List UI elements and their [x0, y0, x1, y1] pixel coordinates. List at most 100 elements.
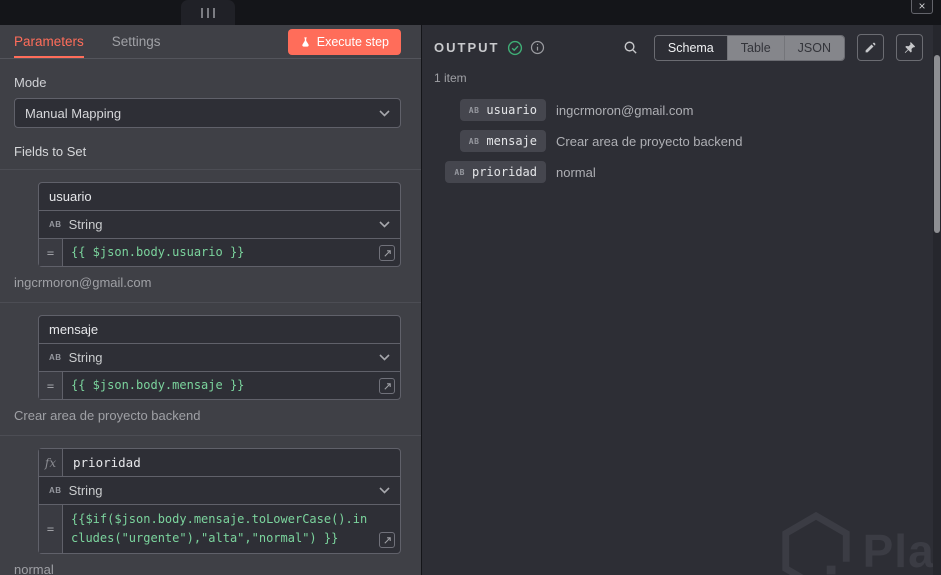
field-result-text: Crear area de proyecto backend — [14, 408, 401, 423]
open-expression-editor-button[interactable] — [379, 532, 395, 548]
field-name-input[interactable]: mensaje — [38, 315, 401, 344]
field-type-select[interactable]: AB String — [38, 476, 401, 505]
mode-label: Mode — [14, 75, 401, 90]
view-tab-schema-label: Schema — [668, 41, 714, 55]
parameters-panel-header: Parameters Settings Execute step — [0, 25, 421, 59]
string-type-icon: AB — [454, 168, 465, 177]
search-icon — [623, 40, 638, 55]
fields-to-set-label: Fields to Set — [14, 144, 401, 159]
schema-field-badge[interactable]: AB usuario — [460, 99, 546, 121]
equals-icon: = — [39, 372, 63, 399]
view-tab-table[interactable]: Table — [728, 36, 785, 60]
schema-field-name: mensaje — [486, 134, 537, 148]
field-name-value: usuario — [49, 189, 92, 204]
mode-select[interactable]: Manual Mapping — [14, 98, 401, 128]
watermark-logo-icon — [779, 511, 853, 575]
schema-field-value: Crear area de proyecto backend — [554, 134, 742, 149]
schema-field-name: usuario — [486, 103, 537, 117]
items-count: 1 item — [422, 61, 933, 85]
info-icon — [530, 40, 545, 55]
field-card-prioridad: fx prioridad AB String = {{$if($json.bod… — [14, 448, 401, 575]
view-tab-json[interactable]: JSON — [785, 36, 844, 60]
schema-field-badge[interactable]: AB prioridad — [445, 161, 546, 183]
string-type-icon: AB — [469, 137, 480, 146]
field-type-value: String — [69, 483, 103, 498]
output-title: OUTPUT — [434, 40, 499, 55]
close-icon: × — [918, 0, 925, 12]
schema-field-badge[interactable]: AB mensaje — [460, 130, 546, 152]
edit-output-button[interactable] — [857, 34, 884, 61]
expand-icon — [383, 536, 392, 545]
execute-step-label: Execute step — [317, 35, 389, 49]
drag-handle-icon — [201, 8, 203, 18]
field-card-usuario: usuario AB String = {{ $json.body.usuari… — [14, 182, 401, 290]
divider — [0, 435, 421, 436]
schema-field-value: ingcrmoron@gmail.com — [554, 103, 742, 118]
field-card-mensaje: mensaje AB String = {{ $json.body.mensaj… — [14, 315, 401, 423]
panel-drag-handle[interactable] — [181, 0, 235, 25]
output-panel-header: OUTPUT Schema Table JSON — [422, 25, 933, 61]
field-type-select[interactable]: AB String — [38, 343, 401, 372]
pencil-icon — [864, 41, 877, 54]
chevron-down-icon — [379, 487, 390, 494]
fx-toggle-icon[interactable]: fx — [39, 449, 63, 476]
field-expression-input[interactable]: = {{ $json.body.mensaje }} — [38, 371, 401, 400]
watermark: Plat — [779, 511, 933, 575]
open-expression-editor-button[interactable] — [379, 378, 395, 394]
string-type-icon: AB — [469, 106, 480, 115]
tab-settings[interactable]: Settings — [112, 25, 161, 58]
string-type-icon: AB — [49, 486, 62, 495]
node-detail-view: × Parameters Settings Execute step Mode … — [0, 0, 941, 575]
expression-value: {{ $json.body.mensaje }} — [63, 372, 400, 399]
drag-handle-icon — [207, 8, 209, 18]
expression-value: {{ $json.body.usuario }} — [63, 239, 400, 266]
open-expression-editor-button[interactable] — [379, 245, 395, 261]
execute-step-button[interactable]: Execute step — [288, 29, 401, 55]
field-type-select[interactable]: AB String — [38, 210, 401, 239]
field-name-value: mensaje — [49, 322, 98, 337]
chevron-down-icon — [379, 110, 390, 117]
schema-field-name: prioridad — [472, 165, 537, 179]
watermark-text: Plat — [863, 524, 933, 575]
field-result-text: ingcrmoron@gmail.com — [14, 275, 401, 290]
equals-icon: = — [39, 239, 63, 266]
schema-field-value: normal — [554, 165, 742, 180]
close-button[interactable]: × — [911, 0, 933, 14]
expression-value: {{$if($json.body.mensaje.toLowerCase().i… — [63, 505, 400, 553]
equals-icon: = — [39, 505, 63, 553]
view-tab-json-label: JSON — [798, 41, 831, 55]
chevron-down-icon — [379, 354, 390, 361]
scrollbar-thumb[interactable] — [934, 55, 940, 233]
expand-icon — [383, 249, 392, 258]
string-type-icon: AB — [49, 353, 62, 362]
field-name-input[interactable]: fx prioridad — [38, 448, 401, 477]
expand-icon — [383, 382, 392, 391]
field-name-value: prioridad — [63, 455, 141, 470]
parameters-panel: Parameters Settings Execute step Mode Ma… — [0, 25, 421, 575]
parameters-panel-body: Mode Manual Mapping Fields to Set usuari… — [0, 59, 421, 575]
flask-icon — [300, 36, 311, 48]
output-view-switcher: Schema Table JSON — [654, 35, 845, 61]
tab-parameters-label: Parameters — [14, 34, 84, 49]
schema-view: AB usuario ingcrmoron@gmail.com AB mensa… — [422, 99, 933, 183]
field-name-input[interactable]: usuario — [38, 182, 401, 211]
success-check-icon — [507, 40, 523, 56]
pin-data-button[interactable] — [896, 34, 923, 61]
divider — [0, 169, 421, 170]
field-type-value: String — [69, 350, 103, 365]
mode-select-value: Manual Mapping — [25, 106, 121, 121]
vertical-scrollbar — [933, 25, 941, 575]
divider — [0, 302, 421, 303]
view-tab-schema[interactable]: Schema — [655, 36, 728, 60]
field-result-text: normal — [14, 562, 401, 575]
string-type-icon: AB — [49, 220, 62, 229]
search-button[interactable] — [623, 40, 638, 55]
field-expression-input[interactable]: = {{$if($json.body.mensaje.toLowerCase()… — [38, 504, 401, 554]
tab-settings-label: Settings — [112, 34, 161, 49]
chevron-down-icon — [379, 221, 390, 228]
drag-handle-icon — [213, 8, 215, 18]
field-expression-input[interactable]: = {{ $json.body.usuario }} — [38, 238, 401, 267]
pin-icon — [903, 41, 916, 54]
view-tab-table-label: Table — [741, 41, 771, 55]
tab-parameters[interactable]: Parameters — [14, 25, 84, 58]
